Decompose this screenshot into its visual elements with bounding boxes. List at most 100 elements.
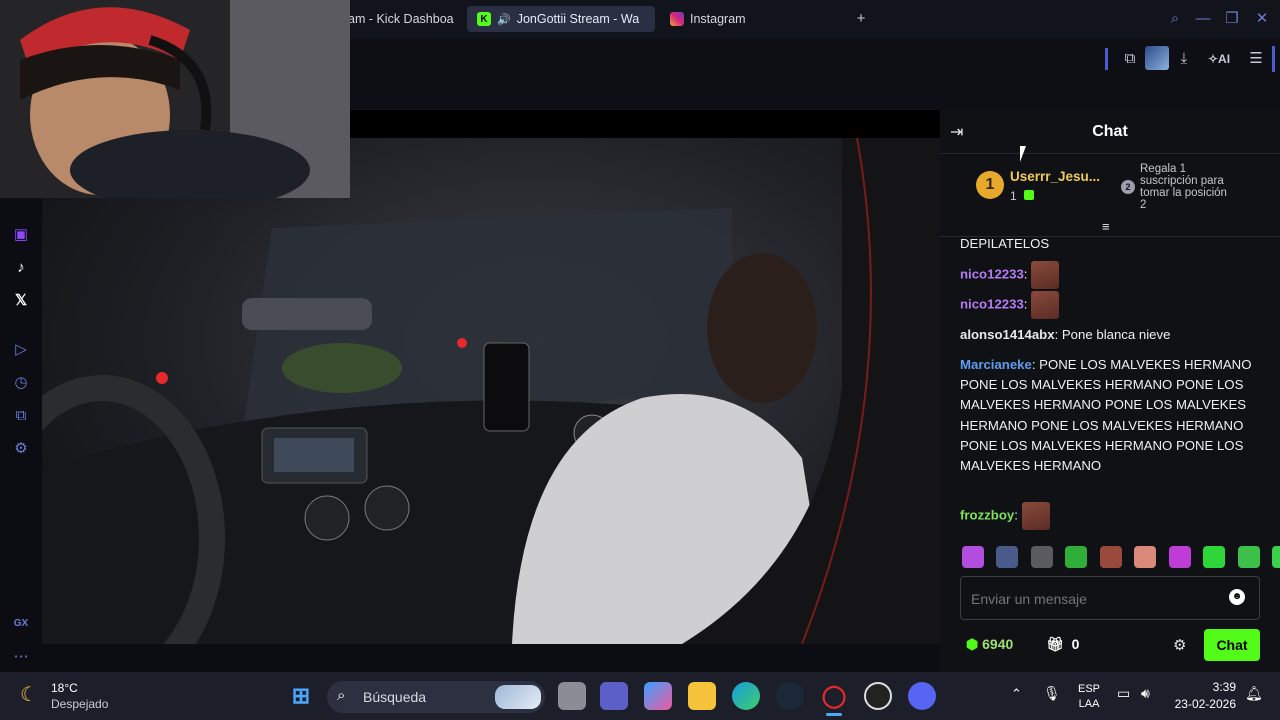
ai-label: AI xyxy=(1218,52,1231,66)
gx-icon[interactable]: GX xyxy=(10,613,32,635)
points-display[interactable]: ⬢ 6940 xyxy=(966,636,1013,653)
chat-message: alonso1414abx: Pone blanca nieve xyxy=(960,327,1171,342)
active-app-indicator xyxy=(826,713,842,716)
toolbar-divider-right xyxy=(1272,46,1275,72)
emoji-picker-icon[interactable]: ☻ xyxy=(1229,589,1245,605)
language-indicator[interactable]: ESP LAA xyxy=(1078,682,1100,712)
more-icon[interactable]: ⋯ xyxy=(10,646,32,668)
rank2-badge: 2 xyxy=(1121,180,1135,194)
microphone-icon[interactable]: 🎙︎ xyxy=(1043,685,1061,702)
gift-prompt-text[interactable]: Regala 1 suscripción para tomar la posic… xyxy=(1140,163,1227,211)
tiktok-icon[interactable]: ♪ xyxy=(10,257,32,279)
car-interior-scene xyxy=(42,138,940,644)
close-button[interactable]: ✕ xyxy=(1251,8,1273,30)
file-explorer-icon[interactable] xyxy=(688,682,716,710)
chat-panel: ⇥ Chat 1 Userrr_Jesu... 1 2 Regala 1 sus… xyxy=(940,110,1280,672)
weather-moon-icon[interactable]: ☾ xyxy=(20,682,38,707)
gifts-display[interactable]: 🎁︎ 0 xyxy=(1046,636,1079,653)
username[interactable]: nico12233 xyxy=(960,266,1024,281)
extensions-sidebar-icon[interactable]: ⧉ xyxy=(10,405,32,427)
search-tabs-icon[interactable]: ⌕ xyxy=(1164,8,1186,30)
points-icon: ⬢ xyxy=(966,636,979,652)
emote-icon[interactable] xyxy=(1272,546,1280,568)
search-label: Búsqueda xyxy=(363,689,427,705)
weather-temp[interactable]: 18°C xyxy=(51,681,78,695)
maximize-button[interactable]: ❐ xyxy=(1221,8,1243,30)
emote-quick-row xyxy=(962,546,1280,568)
teams-icon[interactable] xyxy=(600,682,628,710)
task-view-icon[interactable] xyxy=(558,682,586,710)
edge-icon[interactable] xyxy=(732,682,760,710)
emote-icon[interactable] xyxy=(1030,546,1053,568)
new-tab-button[interactable]: + xyxy=(850,8,872,30)
download-icon[interactable]: ⤓ xyxy=(1173,48,1195,70)
expand-leaderboard-icon[interactable]: ≡ xyxy=(1102,219,1110,234)
settings-icon[interactable]: ⚙ xyxy=(10,438,32,460)
emote-icon[interactable] xyxy=(1203,546,1226,568)
send-chat-button[interactable]: Chat xyxy=(1204,629,1260,661)
history-icon[interactable]: ◷ xyxy=(10,372,32,394)
tab-jongottii-stream[interactable]: K 🔊 JonGottii Stream - Wa xyxy=(467,6,655,32)
gifts-value: 0 xyxy=(1071,636,1080,652)
search-icon: ⌕ xyxy=(337,687,346,704)
video-top-bar xyxy=(350,110,940,138)
ai-button[interactable]: ✧AI xyxy=(1204,48,1234,70)
search-highlight-icon xyxy=(495,685,541,709)
extensions-icon[interactable]: ⧉ xyxy=(1119,48,1141,70)
chat-message: DEPILATELOS xyxy=(960,234,1260,254)
gift-prompt-line: 2 xyxy=(1140,199,1147,211)
stream-video[interactable] xyxy=(42,138,940,644)
username[interactable]: nico12233 xyxy=(960,296,1024,311)
emote-icon xyxy=(1021,502,1050,530)
username[interactable]: frozzboy xyxy=(960,507,1014,522)
network-icon[interactable]: ▭ xyxy=(1117,685,1130,702)
mouse-cursor-icon xyxy=(1020,146,1026,162)
username[interactable]: alonso1414abx xyxy=(960,327,1055,342)
taskbar-search[interactable]: ⌕ Búsqueda xyxy=(327,681,545,713)
top-gifter-name[interactable]: Userrr_Jesu... xyxy=(1010,169,1100,184)
steam-icon[interactable] xyxy=(776,682,804,710)
username[interactable]: Marcianeke xyxy=(960,357,1032,372)
clock-time[interactable]: 3:39 xyxy=(1170,680,1236,694)
chat-header: ⇥ Chat xyxy=(940,110,1280,154)
tab-label: am - Kick Dashboa xyxy=(348,12,454,26)
obs-icon[interactable] xyxy=(864,682,892,710)
emote-icon[interactable] xyxy=(1065,546,1088,568)
chat-title: Chat xyxy=(1092,123,1128,140)
emote-icon[interactable] xyxy=(1099,546,1122,568)
volume-icon[interactable]: 🔊︎ xyxy=(1141,685,1150,702)
gift-count: 1 xyxy=(1010,189,1017,203)
emote-icon[interactable] xyxy=(1237,546,1260,568)
player-icon[interactable]: ▷ xyxy=(10,339,32,361)
x-icon[interactable]: 𝕏 xyxy=(10,290,32,312)
chat-input-box: ☻ xyxy=(960,576,1260,620)
gift-prompt-line: Regala 1 xyxy=(1140,163,1187,175)
tab-kick-dashboard[interactable]: am - Kick Dashboa xyxy=(338,6,464,32)
discord-icon[interactable] xyxy=(908,682,936,710)
emote-icon[interactable] xyxy=(1134,546,1157,568)
show-hidden-icons[interactable]: ⌃ xyxy=(1011,686,1022,702)
gift-prompt-line: suscripción para xyxy=(1140,175,1224,187)
copilot-icon[interactable] xyxy=(644,682,672,710)
windows-taskbar: ☾ 18°C Despejado ⊞ ⌕ Búsqueda ◯ ⌃ 🎙︎ ESP… xyxy=(0,672,1280,720)
speaker-icon: 🔊 xyxy=(497,13,511,26)
clock-date[interactable]: 23-02-2026 xyxy=(1170,697,1236,711)
menu-icon[interactable]: ☰ xyxy=(1245,48,1267,70)
opera-gx-icon[interactable]: ◯ xyxy=(820,682,848,710)
twitch-icon[interactable]: ▣ xyxy=(10,224,32,246)
emote-icon[interactable] xyxy=(996,546,1019,568)
notifications-icon[interactable]: 🔔︎ xyxy=(1245,685,1263,702)
emote-icon[interactable] xyxy=(1168,546,1191,568)
gift-prompt-line: tomar la posición xyxy=(1140,187,1227,199)
tab-label: JonGottii Stream - Wa xyxy=(516,12,640,26)
emote-icon[interactable] xyxy=(962,546,984,568)
chat-input[interactable] xyxy=(971,587,1221,611)
tab-instagram[interactable]: Instagram xyxy=(660,6,810,32)
profile-avatar[interactable] xyxy=(1145,46,1169,70)
weather-desc: Despejado xyxy=(51,697,109,711)
gifter-rank-badge: 1 xyxy=(976,171,1004,199)
start-button[interactable]: ⊞ xyxy=(287,682,315,710)
minimize-button[interactable]: — xyxy=(1192,8,1214,30)
chat-settings-icon[interactable]: ⚙ xyxy=(1173,636,1186,654)
kick-icon: K xyxy=(477,12,491,26)
